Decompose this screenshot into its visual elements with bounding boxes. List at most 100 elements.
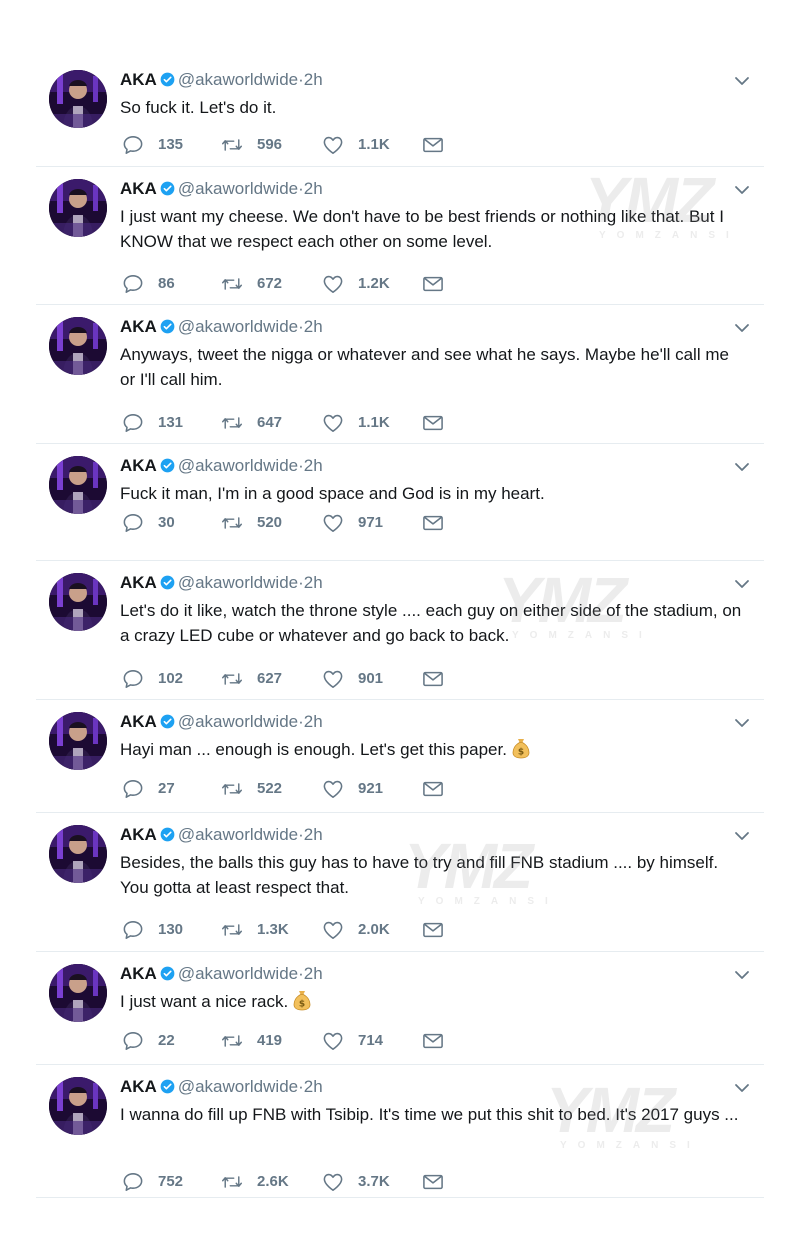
tweet-header: AKA @akaworldwide·2h bbox=[120, 455, 764, 477]
handle[interactable]: @akaworldwide bbox=[178, 456, 298, 475]
chevron-down-icon[interactable] bbox=[734, 576, 750, 592]
tweet[interactable]: AKA @akaworldwide·2h Fuck it man, I'm in a… bbox=[36, 444, 764, 561]
tweet[interactable]: AKA @akaworldwide·2h I just want my cheese… bbox=[36, 167, 764, 305]
avatar[interactable] bbox=[49, 712, 107, 770]
reply-count: 22 bbox=[158, 1032, 175, 1049]
retweet-icon bbox=[221, 924, 243, 936]
handle[interactable]: @akaworldwide bbox=[178, 1077, 298, 1096]
like-count: 1.2K bbox=[358, 275, 390, 292]
timestamp[interactable]: 2h bbox=[304, 317, 323, 336]
tweet-text: I wanna do fill up FNB with Tsibip. It's… bbox=[120, 1102, 744, 1127]
verified-badge-icon bbox=[160, 458, 175, 473]
display-name[interactable]: AKA bbox=[120, 825, 157, 844]
handle[interactable]: @akaworldwide bbox=[178, 712, 298, 731]
tweet[interactable]: AKA @akaworldwide·2h Anyways, tweet the ni… bbox=[36, 305, 764, 444]
retweet-count: 672 bbox=[257, 275, 283, 292]
tweet-text-content: I just want my cheese. We don't have to … bbox=[120, 207, 724, 251]
timestamp[interactable]: 2h bbox=[304, 712, 323, 731]
tweet-text: Hayi man ... enough is enough. Let's get… bbox=[120, 737, 744, 762]
display-name[interactable]: AKA bbox=[120, 712, 157, 731]
verified-badge-icon bbox=[160, 575, 175, 590]
tweet-text-content: Besides, the balls this guy has to have … bbox=[120, 853, 719, 897]
chevron-down-icon[interactable] bbox=[734, 828, 750, 844]
avatar[interactable] bbox=[49, 317, 107, 375]
reply-icon bbox=[123, 1173, 143, 1191]
display-name[interactable]: AKA bbox=[120, 1077, 157, 1096]
avatar[interactable] bbox=[49, 825, 107, 883]
timestamp[interactable]: 2h bbox=[304, 964, 323, 983]
handle[interactable]: @akaworldwide bbox=[178, 70, 298, 89]
avatar[interactable] bbox=[49, 964, 107, 1022]
tweet[interactable]: AKA @akaworldwide·2h Hayi man ... enough i… bbox=[36, 700, 764, 813]
chevron-down-icon[interactable] bbox=[734, 967, 750, 983]
handle[interactable]: @akaworldwide bbox=[178, 179, 298, 198]
tweet-text-content: I just want a nice rack. bbox=[120, 992, 289, 1011]
chevron-down-icon[interactable] bbox=[734, 182, 750, 198]
tweet[interactable]: AKA @akaworldwide·2h Besides, the balls th… bbox=[36, 813, 764, 952]
tweet-feed: AKA @akaworldwide·2h So fuck it. Let's do … bbox=[36, 58, 764, 1198]
tweet[interactable]: AKA @akaworldwide·2h I just want a nice ra… bbox=[36, 952, 764, 1065]
handle[interactable]: @akaworldwide bbox=[178, 825, 298, 844]
timestamp[interactable]: 2h bbox=[304, 1077, 323, 1096]
tweet[interactable]: AKA @akaworldwide·2h Let's do it like, wat… bbox=[36, 561, 764, 700]
timestamp[interactable]: 2h bbox=[304, 825, 323, 844]
tweet[interactable]: AKA @akaworldwide·2h So fuck it. Let's do … bbox=[36, 58, 764, 167]
tweet-text: Besides, the balls this guy has to have … bbox=[120, 850, 744, 900]
display-name[interactable]: AKA bbox=[120, 573, 157, 592]
timestamp[interactable]: 2h bbox=[304, 70, 323, 89]
tweet-text-content: Fuck it man, I'm in a good space and God… bbox=[120, 484, 545, 503]
display-name[interactable]: AKA bbox=[120, 456, 157, 475]
envelope-icon bbox=[423, 922, 443, 938]
like-count: 1.1K bbox=[358, 414, 390, 431]
reply-count: 752 bbox=[158, 1173, 184, 1190]
chevron-down-icon[interactable] bbox=[734, 459, 750, 475]
verified-badge-icon bbox=[160, 72, 175, 87]
tweet-text-content: Hayi man ... enough is enough. Let's get… bbox=[120, 740, 507, 759]
heart-icon bbox=[323, 136, 343, 154]
like-count: 714 bbox=[358, 1032, 384, 1049]
tweet-header: AKA @akaworldwide·2h bbox=[120, 178, 764, 200]
reply-count: 27 bbox=[158, 780, 175, 797]
timestamp[interactable]: 2h bbox=[304, 456, 323, 475]
reply-count: 30 bbox=[158, 514, 175, 531]
verified-badge-icon bbox=[160, 827, 175, 842]
avatar[interactable] bbox=[49, 179, 107, 237]
retweet-icon bbox=[221, 783, 243, 795]
tweet-header: AKA @akaworldwide·2h bbox=[120, 711, 764, 733]
verified-badge-icon bbox=[160, 966, 175, 981]
handle[interactable]: @akaworldwide bbox=[178, 964, 298, 983]
tweet-text: So fuck it. Let's do it. bbox=[120, 95, 744, 120]
timestamp[interactable]: 2h bbox=[304, 179, 323, 198]
tweet-header: AKA @akaworldwide·2h bbox=[120, 824, 764, 846]
retweet-icon bbox=[221, 673, 243, 685]
chevron-down-icon[interactable] bbox=[734, 73, 750, 89]
avatar[interactable] bbox=[49, 1077, 107, 1135]
display-name[interactable]: AKA bbox=[120, 179, 157, 198]
display-name[interactable]: AKA bbox=[120, 317, 157, 336]
tweet-text-content: I wanna do fill up FNB with Tsibip. It's… bbox=[120, 1105, 739, 1124]
timestamp[interactable]: 2h bbox=[304, 573, 323, 592]
money-bag-icon: $ bbox=[293, 991, 311, 1011]
heart-icon bbox=[323, 414, 343, 432]
svg-text:$: $ bbox=[299, 1000, 305, 1010]
chevron-down-icon[interactable] bbox=[734, 715, 750, 731]
reply-icon bbox=[123, 1032, 143, 1050]
retweet-count: 520 bbox=[257, 514, 283, 531]
tweet[interactable]: AKA @akaworldwide·2h I wanna do fill up FN… bbox=[36, 1065, 764, 1198]
tweet-text: I just want my cheese. We don't have to … bbox=[120, 204, 744, 254]
display-name[interactable]: AKA bbox=[120, 964, 157, 983]
display-name[interactable]: AKA bbox=[120, 70, 157, 89]
handle[interactable]: @akaworldwide bbox=[178, 573, 298, 592]
avatar[interactable] bbox=[49, 70, 107, 128]
avatar[interactable] bbox=[49, 573, 107, 631]
retweet-icon bbox=[221, 417, 243, 429]
like-count: 901 bbox=[358, 670, 384, 687]
handle[interactable]: @akaworldwide bbox=[178, 317, 298, 336]
chevron-down-icon[interactable] bbox=[734, 320, 750, 336]
chevron-down-icon[interactable] bbox=[734, 1080, 750, 1096]
heart-icon bbox=[323, 1032, 343, 1050]
avatar[interactable] bbox=[49, 456, 107, 514]
retweet-count: 2.6K bbox=[257, 1173, 289, 1190]
tweet-text: Anyways, tweet the nigga or whatever and… bbox=[120, 342, 744, 392]
tweet-text-content: Anyways, tweet the nigga or whatever and… bbox=[120, 345, 729, 389]
